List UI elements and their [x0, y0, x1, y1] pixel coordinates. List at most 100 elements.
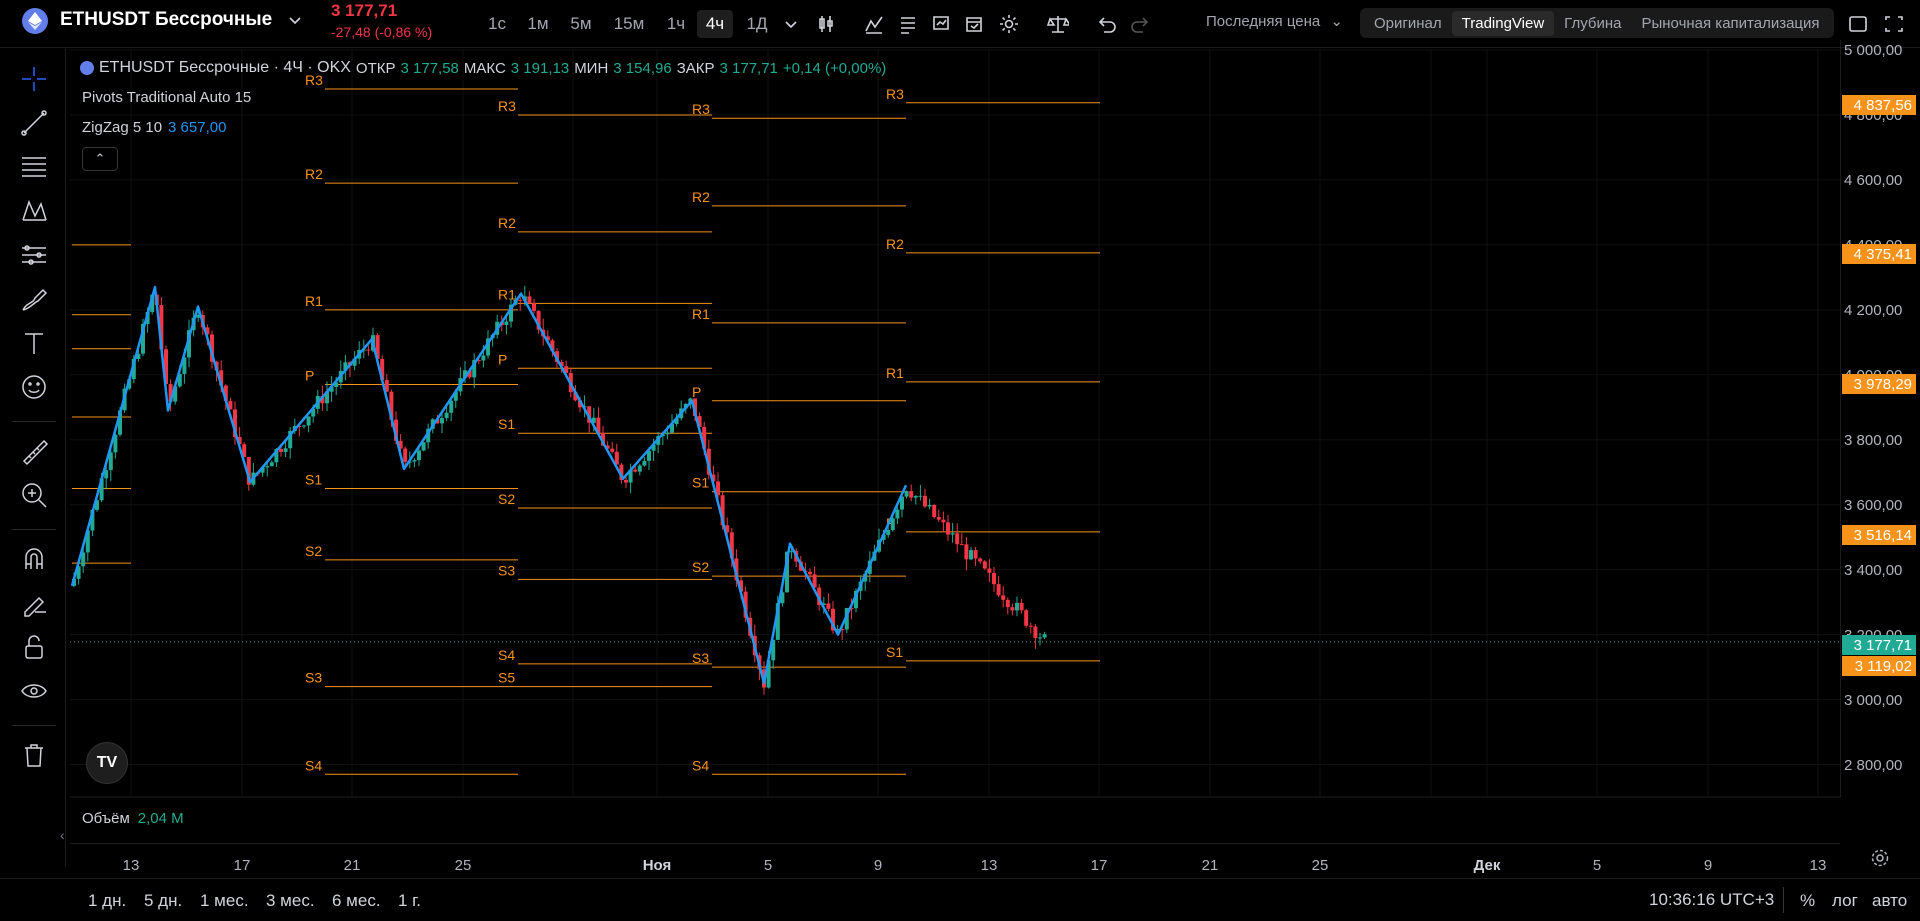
candle-body	[1028, 625, 1033, 627]
legend-high: 3 191,13	[510, 59, 570, 77]
templates-icon[interactable]	[892, 8, 924, 40]
price-tag-last: 3 177,71	[1842, 635, 1916, 655]
trash-icon[interactable]	[16, 737, 52, 773]
unlock-icon[interactable]	[16, 629, 52, 665]
timeframe-1d[interactable]: 1Д	[741, 10, 773, 38]
pattern-icon[interactable]	[16, 193, 52, 229]
settings-icon[interactable]	[993, 8, 1025, 40]
pivot-label: S1	[886, 644, 903, 660]
clock-timezone[interactable]: 10:36:16 UTC+3	[1649, 890, 1774, 910]
tab-original[interactable]: Оригинал	[1364, 11, 1452, 36]
text-icon[interactable]	[16, 325, 52, 361]
price-label: 4 600,00	[1844, 172, 1903, 189]
alert-icon[interactable]	[925, 8, 957, 40]
pivot-label: P	[305, 368, 314, 384]
range-1y[interactable]: 1 г.	[398, 891, 421, 911]
range-6m[interactable]: 6 мес.	[332, 891, 381, 911]
compare-scale-icon[interactable]	[1042, 8, 1074, 40]
prediction-icon[interactable]	[16, 237, 52, 273]
trend-line-icon[interactable]	[16, 105, 52, 141]
candle-body	[904, 491, 909, 497]
pivot-label: R1	[692, 306, 710, 322]
timeframe-1m[interactable]: 1м	[522, 10, 554, 38]
fib-retracement-icon[interactable]	[16, 149, 52, 185]
time-label: 17	[1090, 857, 1108, 874]
emoji-icon[interactable]	[16, 369, 52, 405]
candles-icon[interactable]	[810, 8, 842, 40]
price-label: 2 800,00	[1844, 757, 1903, 774]
timeframe-15m[interactable]: 15м	[608, 10, 650, 38]
legend-title[interactable]: ETHUSDT Бессрочные · 4Ч · OKX	[99, 59, 351, 77]
brush-icon[interactable]	[16, 281, 52, 317]
symbol-price: 3 177,71	[331, 1, 398, 20]
log-scale-toggle[interactable]: лог	[1832, 891, 1858, 911]
ruler-icon[interactable]	[16, 433, 52, 469]
zoom-in-icon[interactable]	[16, 477, 52, 513]
range-3m[interactable]: 3 мес.	[266, 891, 315, 911]
candle-body	[886, 530, 891, 535]
pivot-label: R3	[692, 101, 710, 117]
axis-settings-icon[interactable]	[1870, 848, 1890, 868]
candle-body	[1010, 607, 1015, 611]
pivot-label: R1	[498, 286, 516, 302]
chevron-left-icon[interactable]: ‹	[60, 827, 65, 843]
legend-collapse-button[interactable]: ⌃	[82, 147, 118, 171]
indicator-pivots[interactable]: Pivots Traditional Auto 15	[82, 89, 251, 106]
price-axis[interactable]	[1840, 40, 1920, 797]
magnet-icon[interactable]	[16, 541, 52, 577]
tab-depth[interactable]: Глубина	[1554, 11, 1631, 36]
time-axis[interactable]	[70, 843, 1840, 873]
range-5d[interactable]: 5 дн.	[144, 891, 182, 911]
time-label: Ноя	[642, 857, 672, 874]
candle-body	[444, 412, 449, 419]
pivot-label: S4	[498, 647, 515, 663]
redo-icon[interactable]	[1124, 8, 1156, 40]
indicator-zigzag-value: 3 657,00	[168, 119, 227, 136]
range-1m[interactable]: 1 мес.	[200, 891, 249, 911]
price-source-label: Последняя цена	[1206, 13, 1321, 30]
pivot-label: R2	[305, 166, 323, 182]
ethereum-icon[interactable]	[22, 8, 48, 34]
symbol-change: -27,48 (-0,86 %)	[331, 24, 433, 40]
chevron-down-icon[interactable]	[288, 13, 302, 27]
crosshair-icon[interactable]	[16, 61, 52, 97]
timeframe-dropdown-icon[interactable]	[775, 8, 807, 40]
tradingview-logo-icon[interactable]: TV	[86, 742, 128, 784]
candle-body	[927, 504, 932, 507]
screenshot-icon[interactable]	[1878, 8, 1910, 40]
fullscreen-icon[interactable]	[1842, 8, 1874, 40]
timeframe-5m[interactable]: 5м	[565, 10, 597, 38]
pivot-label: R3	[886, 86, 904, 102]
tab-market-cap[interactable]: Рыночная капитализация	[1631, 11, 1829, 36]
indicators-icon[interactable]	[858, 8, 890, 40]
pivot-label: R1	[305, 293, 323, 309]
candle-body	[1019, 602, 1024, 611]
undo-icon[interactable]	[1091, 8, 1123, 40]
candle-body	[996, 584, 1001, 596]
candle-body	[1038, 637, 1042, 639]
timeframe-1s[interactable]: 1с	[482, 10, 512, 38]
percent-scale-toggle[interactable]: %	[1800, 891, 1815, 911]
pivot-label: R1	[886, 365, 904, 381]
auto-scale-toggle[interactable]: авто	[1872, 891, 1907, 911]
price-tag-r3: 4 837,56	[1842, 95, 1916, 115]
price-source-select[interactable]: Последняя цена ⌄	[1206, 12, 1343, 30]
range-1d[interactable]: 1 дн.	[88, 891, 126, 911]
timeframe-1h[interactable]: 1ч	[660, 10, 692, 38]
eye-icon[interactable]	[16, 673, 52, 709]
candle-body	[637, 465, 642, 472]
price-label: 3 800,00	[1844, 432, 1903, 449]
replay-icon[interactable]	[958, 8, 990, 40]
candle-body	[923, 495, 927, 507]
lock-drawing-icon[interactable]	[16, 585, 52, 621]
pivot-label: S2	[305, 543, 322, 559]
symbol-name[interactable]: ETHUSDT Бессрочные	[60, 9, 272, 31]
indicator-zigzag[interactable]: ZigZag 5 10 3 657,00	[82, 119, 226, 136]
volume-value: 2,04 M	[137, 810, 184, 827]
time-label: 25	[454, 857, 472, 874]
tab-tradingview[interactable]: TradingView	[1451, 10, 1555, 36]
price-chart[interactable]: P R1 R2 S1 S2 S3 P R1 R2 R3 S1 S2 S3 S4 P R1 R2 R3 S1 S2 S3 S…	[70, 49, 1840, 798]
timeframe-4h[interactable]: 4ч	[697, 10, 733, 38]
candle-body	[412, 460, 417, 462]
candle-body	[955, 533, 960, 545]
